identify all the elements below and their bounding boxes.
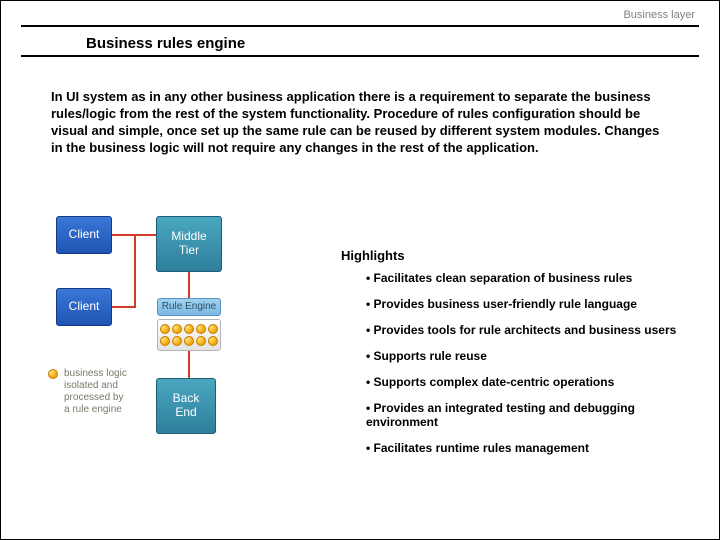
legend-text: business logic isolated and processed by… — [64, 368, 127, 416]
highlights-list: • Facilitates clean separation of busine… — [366, 271, 689, 467]
slide-title: Business rules engine — [86, 35, 245, 52]
highlight-item: • Supports complex date-centric operatio… — [366, 375, 689, 389]
highlight-item: • Provides tools for rule architects and… — [366, 323, 689, 337]
rule-engine-block: Rule Engine — [157, 298, 221, 316]
client-block-1: Client — [56, 216, 112, 254]
slide: Business layer Business rules engine In … — [0, 0, 720, 540]
architecture-diagram: Client Middle Tier Client Rule Engine Ba… — [56, 216, 306, 476]
highlight-item: • Supports rule reuse — [366, 349, 689, 363]
header-section-label: Business layer — [623, 9, 695, 21]
client-block-2: Client — [56, 288, 112, 326]
connector — [188, 351, 190, 378]
highlight-item: • Facilitates clean separation of busine… — [366, 271, 689, 285]
legend-dot-icon — [48, 369, 58, 379]
highlight-item: • Provides business user-friendly rule l… — [366, 297, 689, 311]
rules-repository-block — [157, 319, 221, 351]
back-end-block: Back End — [156, 378, 216, 434]
highlight-item: • Provides an integrated testing and deb… — [366, 401, 689, 429]
connector — [112, 306, 134, 308]
body-paragraph: In UI system as in any other business ap… — [51, 89, 669, 157]
connector — [134, 234, 136, 308]
highlight-item: • Facilitates runtime rules management — [366, 441, 689, 455]
middle-tier-block: Middle Tier — [156, 216, 222, 272]
connector — [188, 272, 190, 298]
header-rule — [21, 25, 699, 27]
title-rule — [21, 55, 699, 57]
highlights-title: Highlights — [341, 248, 405, 263]
ball-grid — [160, 324, 218, 346]
diagram-legend: business logic isolated and processed by… — [48, 368, 153, 416]
